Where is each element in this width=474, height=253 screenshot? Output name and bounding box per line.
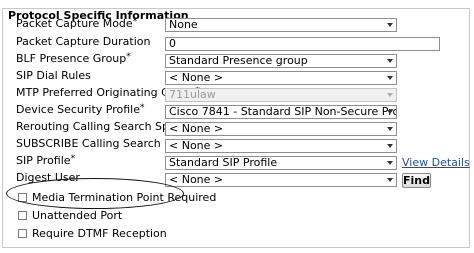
highlight-oval-annotation [6,178,184,209]
sip-dial-rules-select[interactable]: < None > [165,71,397,85]
required-marker: * [126,52,131,62]
sip-profile-label: SIP Profile* [16,154,76,167]
unattended-port-checkbox[interactable] [18,211,27,220]
packet-capture-mode-select[interactable]: None [165,18,397,32]
packet-capture-mode-label: Packet Capture Mode* [16,17,138,30]
required-marker: * [70,154,76,164]
rerouting-css-select[interactable]: < None > [165,122,397,136]
required-marker: * [140,103,145,113]
find-button[interactable]: Find [402,173,431,188]
packet-capture-duration-input[interactable]: 0 [165,37,440,51]
packet-capture-duration-label: Packet Capture Duration [16,35,151,48]
unattended-port-label: Unattended Port [32,209,123,222]
sip-dial-rules-label: SIP Dial Rules [16,69,91,82]
device-security-profile-select[interactable]: Cisco 7841 - Standard SIP Non-Secure Pro… [165,105,397,119]
rerouting-css-label: Rerouting Calling Search Space [16,120,189,133]
digest-user-select[interactable]: < None > [165,173,397,187]
require-dtmf-label: Require DTMF Reception [32,227,167,240]
view-details-link[interactable]: View Details [402,156,470,170]
require-dtmf-checkbox[interactable] [18,229,27,238]
blf-presence-group-label: BLF Presence Group* [16,52,131,65]
device-security-profile-label: Device Security Profile* [16,103,145,116]
mtp-preferred-codec-select: 711ulaw [165,88,397,102]
subscribe-css-select[interactable]: < None > [165,139,397,153]
required-marker: * [132,17,138,27]
blf-presence-group-select[interactable]: Standard Presence group [165,54,397,68]
sip-profile-select[interactable]: Standard SIP Profile [165,156,397,170]
